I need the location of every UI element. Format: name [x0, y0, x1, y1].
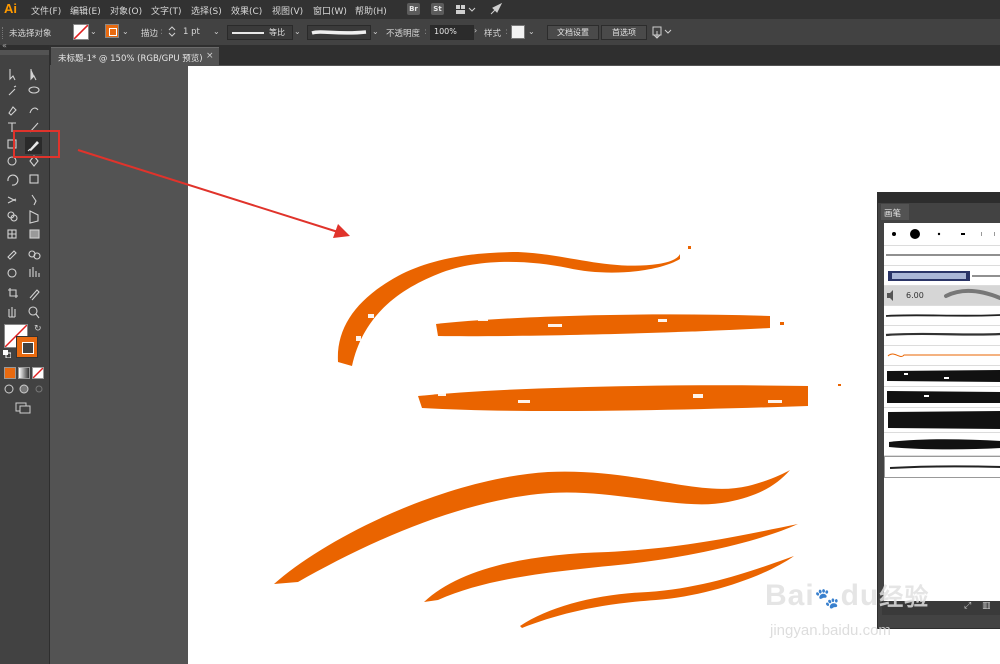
- brush-row[interactable]: [884, 306, 1000, 326]
- brushes-panel: 画笔 6.00 ⤢ ▥: [877, 192, 1000, 629]
- menu-effect[interactable]: 效果(C): [231, 4, 262, 17]
- opacity-arrow-icon[interactable]: ›: [474, 26, 477, 35]
- arrange-documents-icon[interactable]: [652, 25, 674, 39]
- document-tab[interactable]: 未标题-1* @ 150% (RGB/GPU 预览) ×: [51, 47, 219, 66]
- watermark-url: jingyan.baidu.com: [770, 622, 891, 639]
- stroke-weight-dropdown-icon[interactable]: ⌄: [213, 27, 220, 36]
- brush-row[interactable]: [884, 346, 1000, 366]
- stroke-profile-label: 等比: [269, 28, 285, 37]
- bridge-button[interactable]: Br: [407, 3, 420, 15]
- brush-row[interactable]: [884, 246, 1000, 266]
- collapse-arrows-icon[interactable]: «: [2, 41, 7, 50]
- brush-dots-row[interactable]: [884, 223, 1000, 246]
- brush-stroke-1: [337, 252, 680, 366]
- draw-inside-icon[interactable]: [34, 384, 44, 394]
- default-colors-icon[interactable]: [3, 350, 12, 359]
- tool-highlight-box: [13, 130, 60, 158]
- screen-mode-icon[interactable]: [15, 402, 31, 414]
- brush-row-selected[interactable]: 6.00: [884, 286, 1000, 306]
- selection-status: 未选择对象: [9, 29, 52, 39]
- scale-tool-icon[interactable]: [27, 174, 41, 188]
- brushes-panel-title: 画笔: [884, 209, 902, 219]
- stroke-profile-select[interactable]: 等比: [227, 25, 293, 40]
- graphic-style-swatch[interactable]: [511, 25, 525, 39]
- curvature-tool-icon[interactable]: [27, 103, 41, 117]
- rocket-icon[interactable]: [489, 2, 503, 16]
- preferences-button[interactable]: 首选项: [601, 25, 647, 40]
- stroke-weight-field[interactable]: 1 pt: [183, 27, 200, 37]
- menu-select[interactable]: 选择(S): [191, 4, 222, 17]
- menu-bar: Ai 文件(F) 编辑(E) 对象(O) 文字(T) 选择(S) 效果(C) 视…: [0, 0, 1000, 19]
- style-dropdown-icon[interactable]: ⌄: [528, 27, 535, 36]
- brush-row[interactable]: [884, 326, 1000, 346]
- stroke-dropdown-icon[interactable]: ⌄: [122, 27, 129, 36]
- menu-help[interactable]: 帮助(H): [355, 4, 387, 17]
- menu-view[interactable]: 视图(V): [272, 4, 303, 17]
- menu-object[interactable]: 对象(O): [110, 4, 142, 17]
- app-logo: Ai: [4, 1, 17, 16]
- stroke-profile-dropdown-icon[interactable]: ⌄: [294, 27, 301, 36]
- lasso-icon[interactable]: [27, 85, 41, 99]
- document-setup-button[interactable]: 文档设置: [547, 25, 599, 40]
- brush-stroke-2: [436, 314, 770, 337]
- brush-definition-dropdown-icon[interactable]: ⌄: [372, 27, 379, 36]
- selection-tool-icon[interactable]: [5, 67, 19, 81]
- watermark-logo: Bai🐾du经验: [765, 579, 930, 612]
- stroke-label[interactable]: 描边: [141, 27, 158, 39]
- document-tab-title: 未标题-1* @ 150% (RGB/GPU 预览): [58, 54, 203, 64]
- style-label[interactable]: 样式: [484, 27, 501, 39]
- brush-row[interactable]: [884, 408, 1000, 433]
- draw-normal-icon[interactable]: [4, 384, 14, 394]
- draw-behind-icon[interactable]: [19, 384, 29, 394]
- menu-window[interactable]: 窗口(W): [313, 4, 347, 17]
- pen-tool-icon[interactable]: [5, 103, 19, 117]
- hand-tool-icon[interactable]: [5, 303, 19, 317]
- opacity-field[interactable]: 100%: [430, 25, 474, 40]
- magic-wand-icon[interactable]: [5, 85, 19, 99]
- color-mode-icon[interactable]: [4, 367, 16, 379]
- menu-edit[interactable]: 编辑(E): [70, 4, 101, 17]
- stock-button[interactable]: St: [431, 3, 444, 15]
- zoom-tool-icon[interactable]: [27, 303, 41, 317]
- direct-selection-tool-icon[interactable]: [27, 67, 41, 81]
- grip-icon: [2, 27, 7, 39]
- delete-brush-icon[interactable]: ⤢: [964, 601, 971, 611]
- fill-dropdown-icon[interactable]: ⌄: [90, 27, 97, 36]
- brushes-panel-header[interactable]: [878, 193, 1000, 203]
- brush-row[interactable]: [884, 456, 1000, 478]
- stroke-swatch[interactable]: [105, 24, 119, 38]
- new-brush-icon[interactable]: ▥: [982, 601, 991, 611]
- brush-stroke-3: [418, 385, 808, 412]
- brush-row[interactable]: [884, 266, 1000, 286]
- brush-row[interactable]: [884, 366, 1000, 387]
- brush-stroke-5: [424, 524, 798, 602]
- none-mode-icon[interactable]: [32, 367, 44, 379]
- gradient-mode-icon[interactable]: [18, 367, 30, 379]
- eyedropper-icon[interactable]: [5, 248, 19, 262]
- brush-row[interactable]: [884, 433, 1000, 456]
- menu-type[interactable]: 文字(T): [151, 4, 182, 17]
- opacity-label[interactable]: 不透明度: [386, 27, 420, 39]
- brush-definition-select[interactable]: [307, 25, 371, 40]
- close-tab-icon[interactable]: ×: [206, 51, 214, 61]
- menu-file[interactable]: 文件(F): [31, 4, 61, 17]
- brush-row[interactable]: [884, 387, 1000, 408]
- brush-library-list[interactable]: 6.00: [884, 223, 1000, 615]
- fill-swatch[interactable]: [73, 24, 89, 40]
- workspace-switcher-icon[interactable]: [455, 3, 477, 15]
- stroke-color-box[interactable]: [16, 336, 38, 358]
- swap-colors-icon[interactable]: ↻: [34, 324, 42, 334]
- control-bar: 未选择对象 ⌄ ⌄ 描边 : 1 pt ⌄ 等比 ⌄ ⌄ 不透明度 : 100%…: [0, 19, 1000, 46]
- stroke-weight-stepper[interactable]: [168, 25, 176, 38]
- rotate-tool-icon[interactable]: [5, 174, 19, 188]
